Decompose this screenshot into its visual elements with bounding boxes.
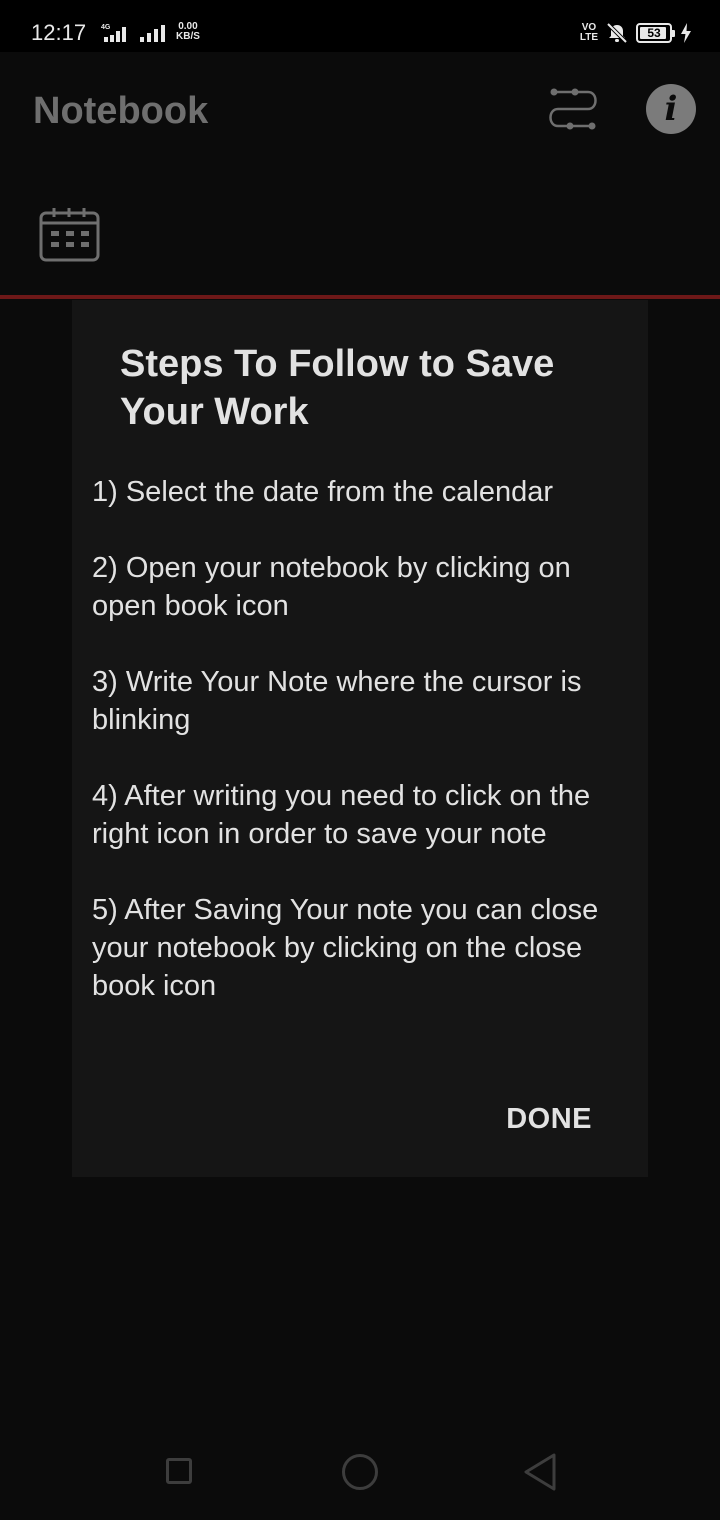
volte-icon: VO LTE [580, 23, 598, 43]
recents-icon[interactable] [166, 1458, 192, 1484]
charging-icon [681, 23, 691, 43]
dialog-body: 1) Select the date from the calendar 2) … [92, 473, 632, 1043]
done-button[interactable]: DONE [506, 1103, 592, 1136]
status-right-icons: VO LTE 53 [580, 22, 692, 44]
battery-icon: 53 [636, 23, 675, 43]
status-time: 12:17 [31, 20, 87, 45]
red-divider [0, 295, 720, 299]
step-item: 2) Open your notebook by clicking on ope… [92, 552, 571, 622]
step-item: 5) After Saving Your note you can close … [92, 894, 599, 1002]
instructions-dialog: Steps To Follow to Save Your Work 1) Sel… [72, 300, 648, 1177]
status-left-icons: 4G 0.00 KB/S [100, 22, 200, 42]
app-title: Notebook [33, 90, 209, 132]
navigation-bar [0, 1424, 720, 1520]
step-item: 4) After writing you need to click on th… [92, 780, 591, 850]
back-icon[interactable] [522, 1452, 558, 1492]
mute-icon [606, 22, 628, 44]
dialog-title: Steps To Follow to Save Your Work [120, 343, 555, 433]
status-bar: 12:17 4G 0.00 KB/S VO LTE 53 [0, 0, 720, 52]
network-type-label: 4G [101, 24, 111, 31]
calendar-icon[interactable] [38, 207, 102, 263]
battery-level-text: 53 [647, 26, 661, 40]
app-bar: Notebook i [0, 52, 720, 297]
net-speed-unit: KB/S [176, 31, 200, 42]
sync-icon[interactable] [546, 82, 600, 136]
signal-icon [140, 25, 165, 42]
step-item: 1) Select the date from the calendar [92, 476, 554, 508]
home-icon[interactable] [342, 1454, 378, 1490]
volte-bottom-label: LTE [579, 32, 598, 43]
step-item: 3) Write Your Note where the cursor is b… [92, 666, 582, 736]
net-speed: 0.00 KB/S [176, 22, 200, 42]
signal-icon: 4G [101, 24, 126, 42]
info-icon[interactable]: i [646, 84, 696, 134]
